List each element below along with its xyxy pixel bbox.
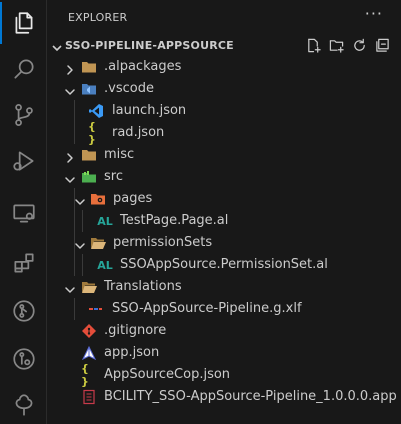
tree-item-xlf[interactable]: SSO-AppSource-Pipeline.g.xlf	[48, 298, 401, 320]
tree-item-appsourcecop[interactable]: { } AppSourceCop.json	[48, 362, 401, 388]
explorer-icon[interactable]	[0, 0, 47, 46]
remote-explorer-icon[interactable]	[0, 190, 47, 236]
tree-item-label: .vscode	[104, 81, 154, 96]
tree-item-label: misc	[104, 147, 135, 162]
chevron-down-icon	[74, 193, 86, 205]
folder-open-icon	[90, 235, 106, 251]
tree-item-label: permissionSets	[113, 235, 213, 250]
workspace-folder-title: SSO-PIPELINE-APPSOURCE	[65, 39, 234, 52]
src-folder-icon	[81, 169, 97, 185]
search-icon[interactable]	[0, 46, 47, 92]
tree-item-misc[interactable]: misc	[48, 144, 401, 166]
json-icon: { }	[81, 362, 89, 388]
chevron-down-icon	[64, 171, 76, 183]
collapse-all-icon[interactable]	[374, 37, 391, 54]
activity-bar	[0, 0, 47, 424]
run-debug-icon[interactable]	[0, 138, 47, 184]
pages-folder-icon	[90, 191, 106, 207]
chevron-right-icon	[64, 61, 76, 75]
tree-item-testpage[interactable]: AL TestPage.Page.al	[48, 210, 401, 232]
tree-item-label: .alpackages	[104, 59, 182, 74]
tree-item-label: .gitignore	[104, 323, 167, 338]
folder-icon	[81, 59, 97, 75]
vscode-file-icon	[88, 103, 104, 119]
tree-item-label: Translations	[104, 279, 182, 294]
more-actions-button[interactable]: ···	[365, 4, 383, 23]
pull-requests-icon[interactable]	[0, 336, 47, 382]
tree-item-permissionset-file[interactable]: AL SSOAppSource.PermissionSet.al	[48, 254, 401, 276]
explorer-sidebar: EXPLORER ··· SSO-PIPELINE-APPSOURCE .alp…	[48, 0, 401, 424]
al-file-icon: AL	[97, 258, 113, 272]
tree-item-label: SSOAppSource.PermissionSet.al	[120, 257, 328, 272]
tree-item-gitignore[interactable]: .gitignore	[48, 320, 401, 342]
folder-icon	[81, 147, 97, 163]
al-file-icon: AL	[97, 214, 113, 228]
chevron-down-icon	[64, 83, 76, 95]
tree-item-app-file[interactable]: BCILITY_SSO-AppSource-Pipeline_1.0.0.0.a…	[48, 386, 401, 408]
tree-item-alpackages[interactable]: .alpackages	[48, 56, 401, 78]
git-graph-icon[interactable]	[0, 288, 47, 334]
extensions-icon[interactable]	[0, 240, 47, 286]
tree-item-src[interactable]: src	[48, 166, 401, 188]
tree-icon[interactable]	[0, 382, 47, 424]
tree-item-label: rad.json	[112, 125, 165, 140]
new-file-icon[interactable]	[305, 37, 322, 54]
sidebar-title: EXPLORER	[68, 11, 128, 24]
tree-item-label: AppSourceCop.json	[104, 367, 231, 382]
tree-item-label: app.json	[104, 345, 160, 360]
new-folder-icon[interactable]	[328, 37, 345, 54]
vscode-folder-icon	[81, 81, 97, 97]
chevron-down-icon	[64, 281, 76, 293]
tree-item-label: launch.json	[112, 103, 187, 118]
tree-item-permissionsets[interactable]: permissionSets	[48, 232, 401, 254]
app-package-icon	[81, 389, 97, 405]
tree-item-vscode[interactable]: .vscode	[48, 78, 401, 100]
xlf-file-icon	[88, 301, 104, 317]
tree-item-label: BCILITY_SSO-AppSource-Pipeline_1.0.0.0.a…	[104, 389, 397, 404]
tree-item-label: src	[104, 169, 123, 184]
chevron-right-icon	[64, 149, 76, 163]
tree-item-translations[interactable]: Translations	[48, 276, 401, 298]
chevron-down-icon	[51, 39, 63, 52]
chevron-down-icon	[74, 237, 86, 249]
json-icon: { }	[88, 120, 96, 146]
tree-item-label: SSO-AppSource-Pipeline.g.xlf	[112, 301, 302, 316]
tree-item-pages[interactable]: pages	[48, 188, 401, 210]
app-json-icon	[81, 345, 97, 361]
folder-section-header[interactable]: SSO-PIPELINE-APPSOURCE	[48, 34, 401, 56]
folder-open-icon	[81, 279, 97, 295]
tree-item-launch-json[interactable]: launch.json	[48, 100, 401, 122]
refresh-icon[interactable]	[351, 37, 368, 54]
tree-item-app-json[interactable]: app.json	[48, 342, 401, 364]
tree-item-label: TestPage.Page.al	[120, 213, 229, 228]
tree-item-rad-json[interactable]: { } rad.json	[48, 120, 401, 146]
git-icon	[81, 323, 97, 339]
source-control-icon[interactable]	[0, 92, 47, 138]
tree-item-label: pages	[113, 191, 153, 206]
section-actions	[305, 37, 391, 54]
